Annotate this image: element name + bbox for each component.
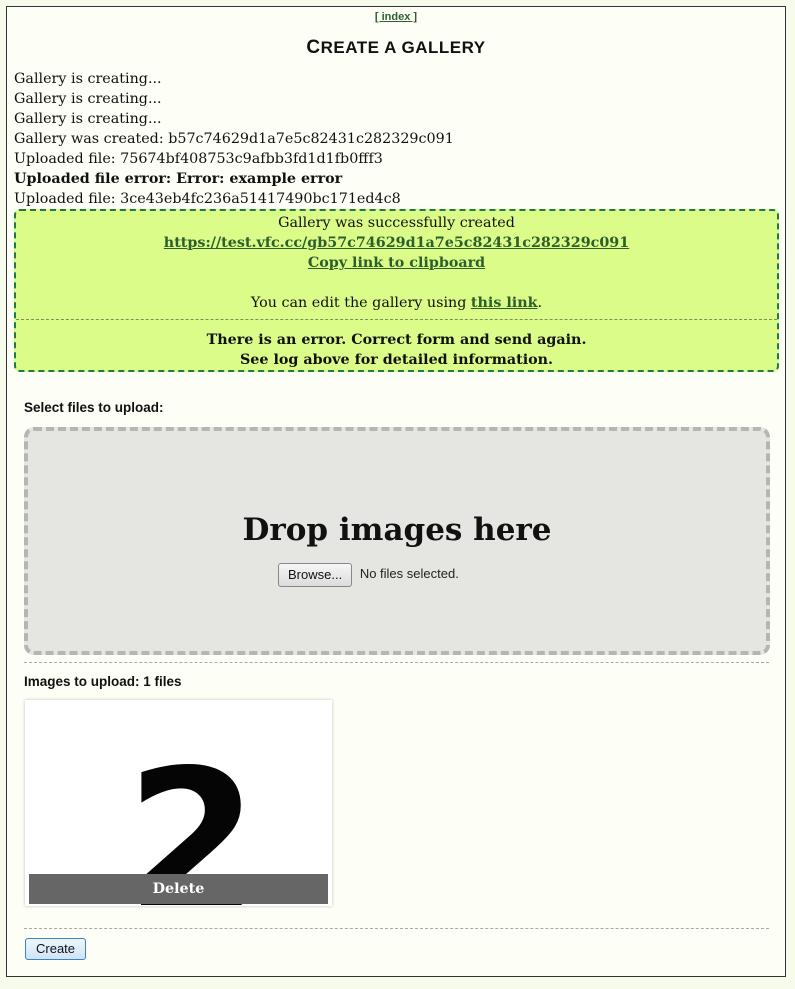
log-line: Uploaded file: 75674bf408753c9afbb3fd1d1… bbox=[14, 151, 383, 167]
log-line: Gallery is creating... bbox=[14, 71, 162, 87]
success-section: Gallery was successfully created https:/… bbox=[16, 211, 777, 319]
error-message-line1: There is an error. Correct form and send… bbox=[206, 332, 587, 348]
log-line: Uploaded file: 3ce43eb4fc236a51417490bc1… bbox=[14, 191, 401, 207]
index-link[interactable]: [ index ] bbox=[375, 11, 417, 23]
drop-zone-title: Drop images here bbox=[242, 512, 552, 548]
file-status: No files selected. bbox=[359, 566, 459, 582]
log-line: Gallery was created: b57c74629d1a7e5c824… bbox=[14, 131, 454, 147]
result-box: Gallery was successfully created https:/… bbox=[14, 209, 779, 372]
log-line: Gallery is creating... bbox=[14, 91, 162, 107]
error-message-line2: See log above for detailed information. bbox=[239, 352, 554, 368]
edit-gallery-note: You can edit the gallery using this link… bbox=[250, 295, 543, 311]
edit-gallery-link[interactable]: this link bbox=[471, 295, 538, 311]
creation-log: Gallery is creating... Gallery is creati… bbox=[7, 69, 785, 209]
page-container: [ index ] CREATE A GALLERY Gallery is cr… bbox=[6, 6, 786, 977]
error-section: There is an error. Correct form and send… bbox=[16, 319, 777, 370]
gallery-url-link[interactable]: https://test.vfc.cc/gb57c74629d1a7e5c824… bbox=[164, 235, 629, 251]
log-line-error: Uploaded file error: Error: example erro… bbox=[14, 171, 343, 187]
file-input: Browse... No files selected. bbox=[278, 563, 459, 587]
create-button[interactable]: Create bbox=[25, 938, 87, 960]
images-to-upload-label: Images to upload: 1 files bbox=[24, 674, 182, 689]
delete-image-button[interactable]: Delete bbox=[29, 874, 328, 904]
success-message: Gallery was successfully created bbox=[278, 215, 515, 231]
image-drop-zone[interactable]: Drop images here Browse... No files sele… bbox=[24, 427, 770, 655]
image-thumbnail: 2 Delete bbox=[25, 700, 332, 906]
browse-button[interactable]: Browse... bbox=[278, 563, 353, 587]
select-files-label: Select files to upload: bbox=[24, 400, 164, 415]
log-line: Gallery is creating... bbox=[14, 111, 162, 127]
page-title: CREATE A GALLERY bbox=[306, 37, 486, 58]
divider bbox=[24, 928, 769, 929]
top-nav: [ index ] bbox=[7, 7, 785, 25]
divider bbox=[24, 662, 769, 663]
copy-link-button[interactable]: Copy link to clipboard bbox=[308, 255, 485, 271]
